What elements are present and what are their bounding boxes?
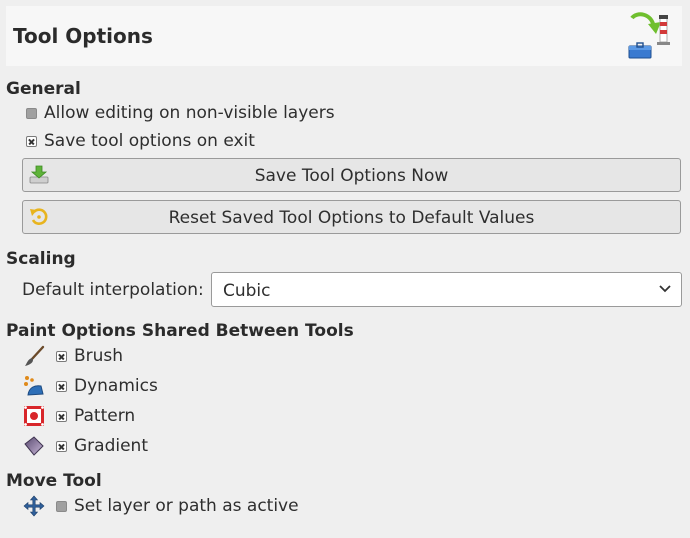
paint-option-gradient[interactable]: Gradient: [56, 436, 148, 456]
save-on-exit-checkbox[interactable]: Save tool options on exit: [26, 131, 255, 151]
brush-icon: [25, 345, 45, 366]
pattern-icon: [24, 406, 44, 426]
checkbox-checked[interactable]: [56, 350, 67, 362]
checkbox-checked[interactable]: [26, 135, 37, 147]
move-tool-section-title: Move Tool: [6, 471, 102, 491]
general-section-title: General: [6, 79, 81, 99]
checkbox-checked[interactable]: [56, 380, 67, 392]
set-layer-active-checkbox[interactable]: Set layer or path as active: [56, 496, 299, 516]
checkbox-unchecked[interactable]: [26, 107, 37, 119]
move-icon: [23, 495, 45, 517]
interpolation-value: Cubic: [223, 281, 271, 301]
interpolation-select[interactable]: Cubic: [211, 272, 682, 307]
paint-option-brush[interactable]: Brush: [56, 346, 123, 366]
gradient-icon: [24, 436, 44, 456]
restore-to-default-icon[interactable]: [626, 10, 678, 62]
allow-editing-nonvisible-checkbox[interactable]: Allow editing on non-visible layers: [26, 103, 335, 123]
page-title: Tool Options: [13, 24, 153, 48]
paint-options-section-title: Paint Options Shared Between Tools: [6, 321, 354, 341]
checkbox-checked[interactable]: [56, 440, 67, 452]
chevron-down-icon: [659, 285, 671, 293]
interpolation-label: Default interpolation:: [22, 280, 204, 300]
scaling-section-title: Scaling: [6, 249, 76, 269]
reset-tool-options-button[interactable]: Reset Saved Tool Options to Default Valu…: [22, 200, 681, 234]
paint-option-pattern[interactable]: Pattern: [56, 406, 135, 426]
save-tool-options-now-button[interactable]: Save Tool Options Now: [22, 158, 681, 192]
checkbox-checked[interactable]: [56, 410, 67, 422]
checkbox-unchecked[interactable]: [56, 500, 67, 512]
dynamics-icon: [24, 376, 44, 396]
tool-options-header: Tool Options: [6, 6, 682, 66]
paint-option-dynamics[interactable]: Dynamics: [56, 376, 158, 396]
